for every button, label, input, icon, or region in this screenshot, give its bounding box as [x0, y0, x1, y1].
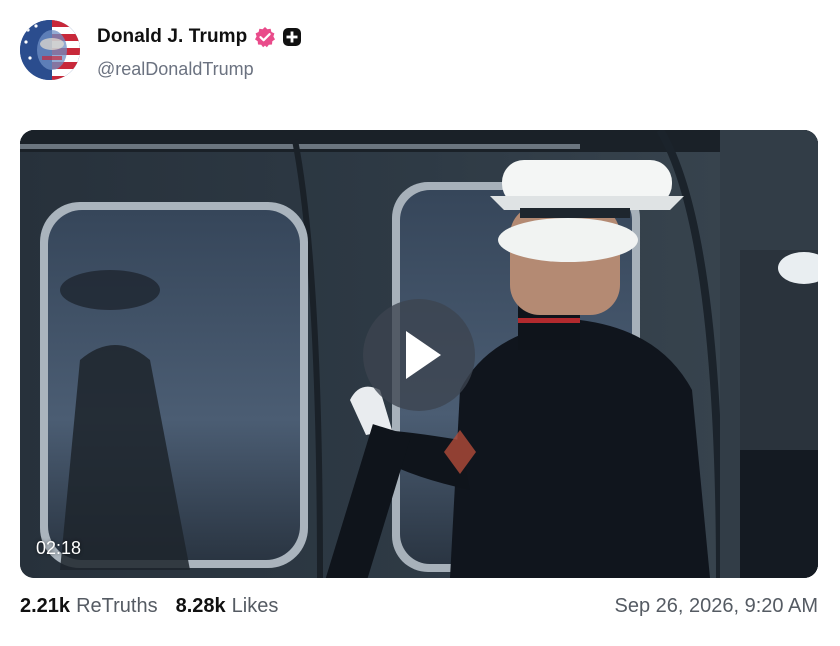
post-header: Donald J. Trump @realDonaldTrump [20, 20, 820, 82]
author-name[interactable]: Donald J. Trump [97, 26, 247, 48]
video-player[interactable]: 02:18 [20, 130, 818, 578]
author-name-row: Donald J. Trump [97, 26, 302, 48]
play-icon [406, 331, 441, 379]
plus-badge-icon [282, 27, 302, 47]
author-handle[interactable]: @realDonaldTrump [97, 59, 254, 80]
likes-count: 8.28k [175, 595, 226, 617]
retruths-label: ReTruths [76, 595, 158, 617]
post-timestamp[interactable]: Sep 26, 2026, 9:20 AM [615, 595, 819, 618]
video-duration: 02:18 [36, 538, 82, 558]
author-avatar[interactable] [20, 20, 80, 80]
retruths-stat[interactable]: 2.21k ReTruths [20, 595, 158, 618]
post-stats: 2.21k ReTruths 8.28k Likes [20, 595, 296, 618]
likes-stat[interactable]: 8.28k Likes [176, 595, 279, 618]
likes-label: Likes [231, 595, 279, 617]
play-button[interactable] [363, 299, 475, 411]
avatar-image [20, 20, 80, 80]
retruths-count: 2.21k [20, 595, 71, 617]
verified-badge-icon [254, 26, 276, 48]
